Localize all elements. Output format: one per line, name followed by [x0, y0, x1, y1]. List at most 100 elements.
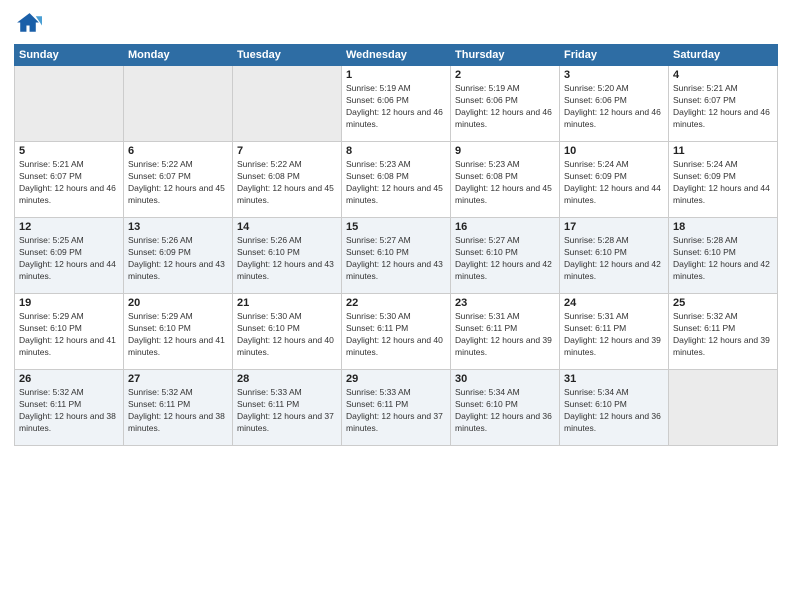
day-number: 28	[237, 373, 337, 385]
day-info: Sunrise: 5:32 AMSunset: 6:11 PMDaylight:…	[19, 387, 119, 435]
weekday-header-thursday: Thursday	[451, 45, 560, 66]
day-number: 26	[19, 373, 119, 385]
calendar-cell: 16 Sunrise: 5:27 AMSunset: 6:10 PMDayligh…	[451, 218, 560, 294]
page: SundayMondayTuesdayWednesdayThursdayFrid…	[0, 0, 792, 612]
calendar-cell	[124, 66, 233, 142]
calendar-cell: 18 Sunrise: 5:28 AMSunset: 6:10 PMDayligh…	[669, 218, 778, 294]
day-number: 31	[564, 373, 664, 385]
calendar-cell: 17 Sunrise: 5:28 AMSunset: 6:10 PMDayligh…	[560, 218, 669, 294]
calendar-table: SundayMondayTuesdayWednesdayThursdayFrid…	[14, 44, 778, 446]
day-info: Sunrise: 5:19 AMSunset: 6:06 PMDaylight:…	[455, 83, 555, 131]
day-info: Sunrise: 5:34 AMSunset: 6:10 PMDaylight:…	[564, 387, 664, 435]
calendar-cell: 23 Sunrise: 5:31 AMSunset: 6:11 PMDayligh…	[451, 294, 560, 370]
day-number: 8	[346, 145, 446, 157]
calendar-cell: 31 Sunrise: 5:34 AMSunset: 6:10 PMDayligh…	[560, 370, 669, 446]
day-info: Sunrise: 5:21 AMSunset: 6:07 PMDaylight:…	[19, 159, 119, 207]
day-number: 19	[19, 297, 119, 309]
calendar-cell: 5 Sunrise: 5:21 AMSunset: 6:07 PMDaylight…	[15, 142, 124, 218]
day-number: 1	[346, 69, 446, 81]
day-number: 18	[673, 221, 773, 233]
day-info: Sunrise: 5:21 AMSunset: 6:07 PMDaylight:…	[673, 83, 773, 131]
week-row-2: 5 Sunrise: 5:21 AMSunset: 6:07 PMDaylight…	[15, 142, 778, 218]
day-number: 11	[673, 145, 773, 157]
day-info: Sunrise: 5:22 AMSunset: 6:07 PMDaylight:…	[128, 159, 228, 207]
calendar-cell: 1 Sunrise: 5:19 AMSunset: 6:06 PMDaylight…	[342, 66, 451, 142]
calendar-cell: 24Sunrise: 5:31 AMSunset: 6:11 PMDayligh…	[560, 294, 669, 370]
day-number: 29	[346, 373, 446, 385]
weekday-header-friday: Friday	[560, 45, 669, 66]
day-number: 21	[237, 297, 337, 309]
logo	[14, 10, 44, 38]
logo-icon	[14, 10, 42, 38]
calendar-cell: 15 Sunrise: 5:27 AMSunset: 6:10 PMDayligh…	[342, 218, 451, 294]
day-number: 3	[564, 69, 664, 81]
day-number: 27	[128, 373, 228, 385]
day-info: Sunrise: 5:24 AMSunset: 6:09 PMDaylight:…	[673, 159, 773, 207]
day-info: Sunrise: 5:27 AMSunset: 6:10 PMDaylight:…	[455, 235, 555, 283]
day-info: Sunrise: 5:27 AMSunset: 6:10 PMDaylight:…	[346, 235, 446, 283]
calendar-cell: 8 Sunrise: 5:23 AMSunset: 6:08 PMDaylight…	[342, 142, 451, 218]
day-info: Sunrise: 5:34 AMSunset: 6:10 PMDaylight:…	[455, 387, 555, 435]
day-info: Sunrise: 5:33 AMSunset: 6:11 PMDaylight:…	[346, 387, 446, 435]
week-row-4: 19 Sunrise: 5:29 AMSunset: 6:10 PMDayligh…	[15, 294, 778, 370]
calendar-cell: 29 Sunrise: 5:33 AMSunset: 6:11 PMDayligh…	[342, 370, 451, 446]
day-number: 16	[455, 221, 555, 233]
day-number: 17	[564, 221, 664, 233]
weekday-header-tuesday: Tuesday	[233, 45, 342, 66]
week-row-1: 1 Sunrise: 5:19 AMSunset: 6:06 PMDaylight…	[15, 66, 778, 142]
weekday-header-row: SundayMondayTuesdayWednesdayThursdayFrid…	[15, 45, 778, 66]
day-number: 30	[455, 373, 555, 385]
weekday-header-monday: Monday	[124, 45, 233, 66]
calendar-cell	[669, 370, 778, 446]
day-info: Sunrise: 5:31 AMSunset: 6:11 PMDaylight:…	[455, 311, 555, 359]
day-info: Sunrise: 5:20 AMSunset: 6:06 PMDaylight:…	[564, 83, 664, 131]
day-info: Sunrise: 5:28 AMSunset: 6:10 PMDaylight:…	[564, 235, 664, 283]
day-number: 2	[455, 69, 555, 81]
day-number: 9	[455, 145, 555, 157]
day-number: 13	[128, 221, 228, 233]
week-row-3: 12Sunrise: 5:25 AMSunset: 6:09 PMDayligh…	[15, 218, 778, 294]
day-info: Sunrise: 5:26 AMSunset: 6:10 PMDaylight:…	[237, 235, 337, 283]
day-number: 23	[455, 297, 555, 309]
day-info: Sunrise: 5:23 AMSunset: 6:08 PMDaylight:…	[346, 159, 446, 207]
day-number: 7	[237, 145, 337, 157]
day-info: Sunrise: 5:25 AMSunset: 6:09 PMDaylight:…	[19, 235, 119, 283]
day-number: 5	[19, 145, 119, 157]
header	[14, 10, 778, 38]
day-info: Sunrise: 5:31 AMSunset: 6:11 PMDaylight:…	[564, 311, 664, 359]
calendar-cell: 6 Sunrise: 5:22 AMSunset: 6:07 PMDaylight…	[124, 142, 233, 218]
calendar-cell	[15, 66, 124, 142]
calendar-cell: 28 Sunrise: 5:33 AMSunset: 6:11 PMDayligh…	[233, 370, 342, 446]
week-row-5: 26 Sunrise: 5:32 AMSunset: 6:11 PMDayligh…	[15, 370, 778, 446]
calendar-cell: 19 Sunrise: 5:29 AMSunset: 6:10 PMDayligh…	[15, 294, 124, 370]
day-info: Sunrise: 5:23 AMSunset: 6:08 PMDaylight:…	[455, 159, 555, 207]
day-number: 15	[346, 221, 446, 233]
day-number: 20	[128, 297, 228, 309]
day-number: 4	[673, 69, 773, 81]
day-info: Sunrise: 5:22 AMSunset: 6:08 PMDaylight:…	[237, 159, 337, 207]
calendar-cell: 30 Sunrise: 5:34 AMSunset: 6:10 PMDayligh…	[451, 370, 560, 446]
day-info: Sunrise: 5:33 AMSunset: 6:11 PMDaylight:…	[237, 387, 337, 435]
day-info: Sunrise: 5:29 AMSunset: 6:10 PMDaylight:…	[128, 311, 228, 359]
calendar-cell: 12Sunrise: 5:25 AMSunset: 6:09 PMDayligh…	[15, 218, 124, 294]
day-info: Sunrise: 5:19 AMSunset: 6:06 PMDaylight:…	[346, 83, 446, 131]
day-info: Sunrise: 5:30 AMSunset: 6:10 PMDaylight:…	[237, 311, 337, 359]
day-info: Sunrise: 5:28 AMSunset: 6:10 PMDaylight:…	[673, 235, 773, 283]
calendar-cell: 11 Sunrise: 5:24 AMSunset: 6:09 PMDayligh…	[669, 142, 778, 218]
day-info: Sunrise: 5:29 AMSunset: 6:10 PMDaylight:…	[19, 311, 119, 359]
day-info: Sunrise: 5:30 AMSunset: 6:11 PMDaylight:…	[346, 311, 446, 359]
calendar-cell: 26 Sunrise: 5:32 AMSunset: 6:11 PMDayligh…	[15, 370, 124, 446]
calendar-cell: 25 Sunrise: 5:32 AMSunset: 6:11 PMDayligh…	[669, 294, 778, 370]
day-number: 6	[128, 145, 228, 157]
day-info: Sunrise: 5:26 AMSunset: 6:09 PMDaylight:…	[128, 235, 228, 283]
day-number: 25	[673, 297, 773, 309]
calendar-cell: 7 Sunrise: 5:22 AMSunset: 6:08 PMDaylight…	[233, 142, 342, 218]
day-number: 22	[346, 297, 446, 309]
day-number: 10	[564, 145, 664, 157]
weekday-header-wednesday: Wednesday	[342, 45, 451, 66]
day-info: Sunrise: 5:32 AMSunset: 6:11 PMDaylight:…	[128, 387, 228, 435]
calendar-cell: 4 Sunrise: 5:21 AMSunset: 6:07 PMDaylight…	[669, 66, 778, 142]
day-info: Sunrise: 5:32 AMSunset: 6:11 PMDaylight:…	[673, 311, 773, 359]
day-number: 14	[237, 221, 337, 233]
weekday-header-saturday: Saturday	[669, 45, 778, 66]
